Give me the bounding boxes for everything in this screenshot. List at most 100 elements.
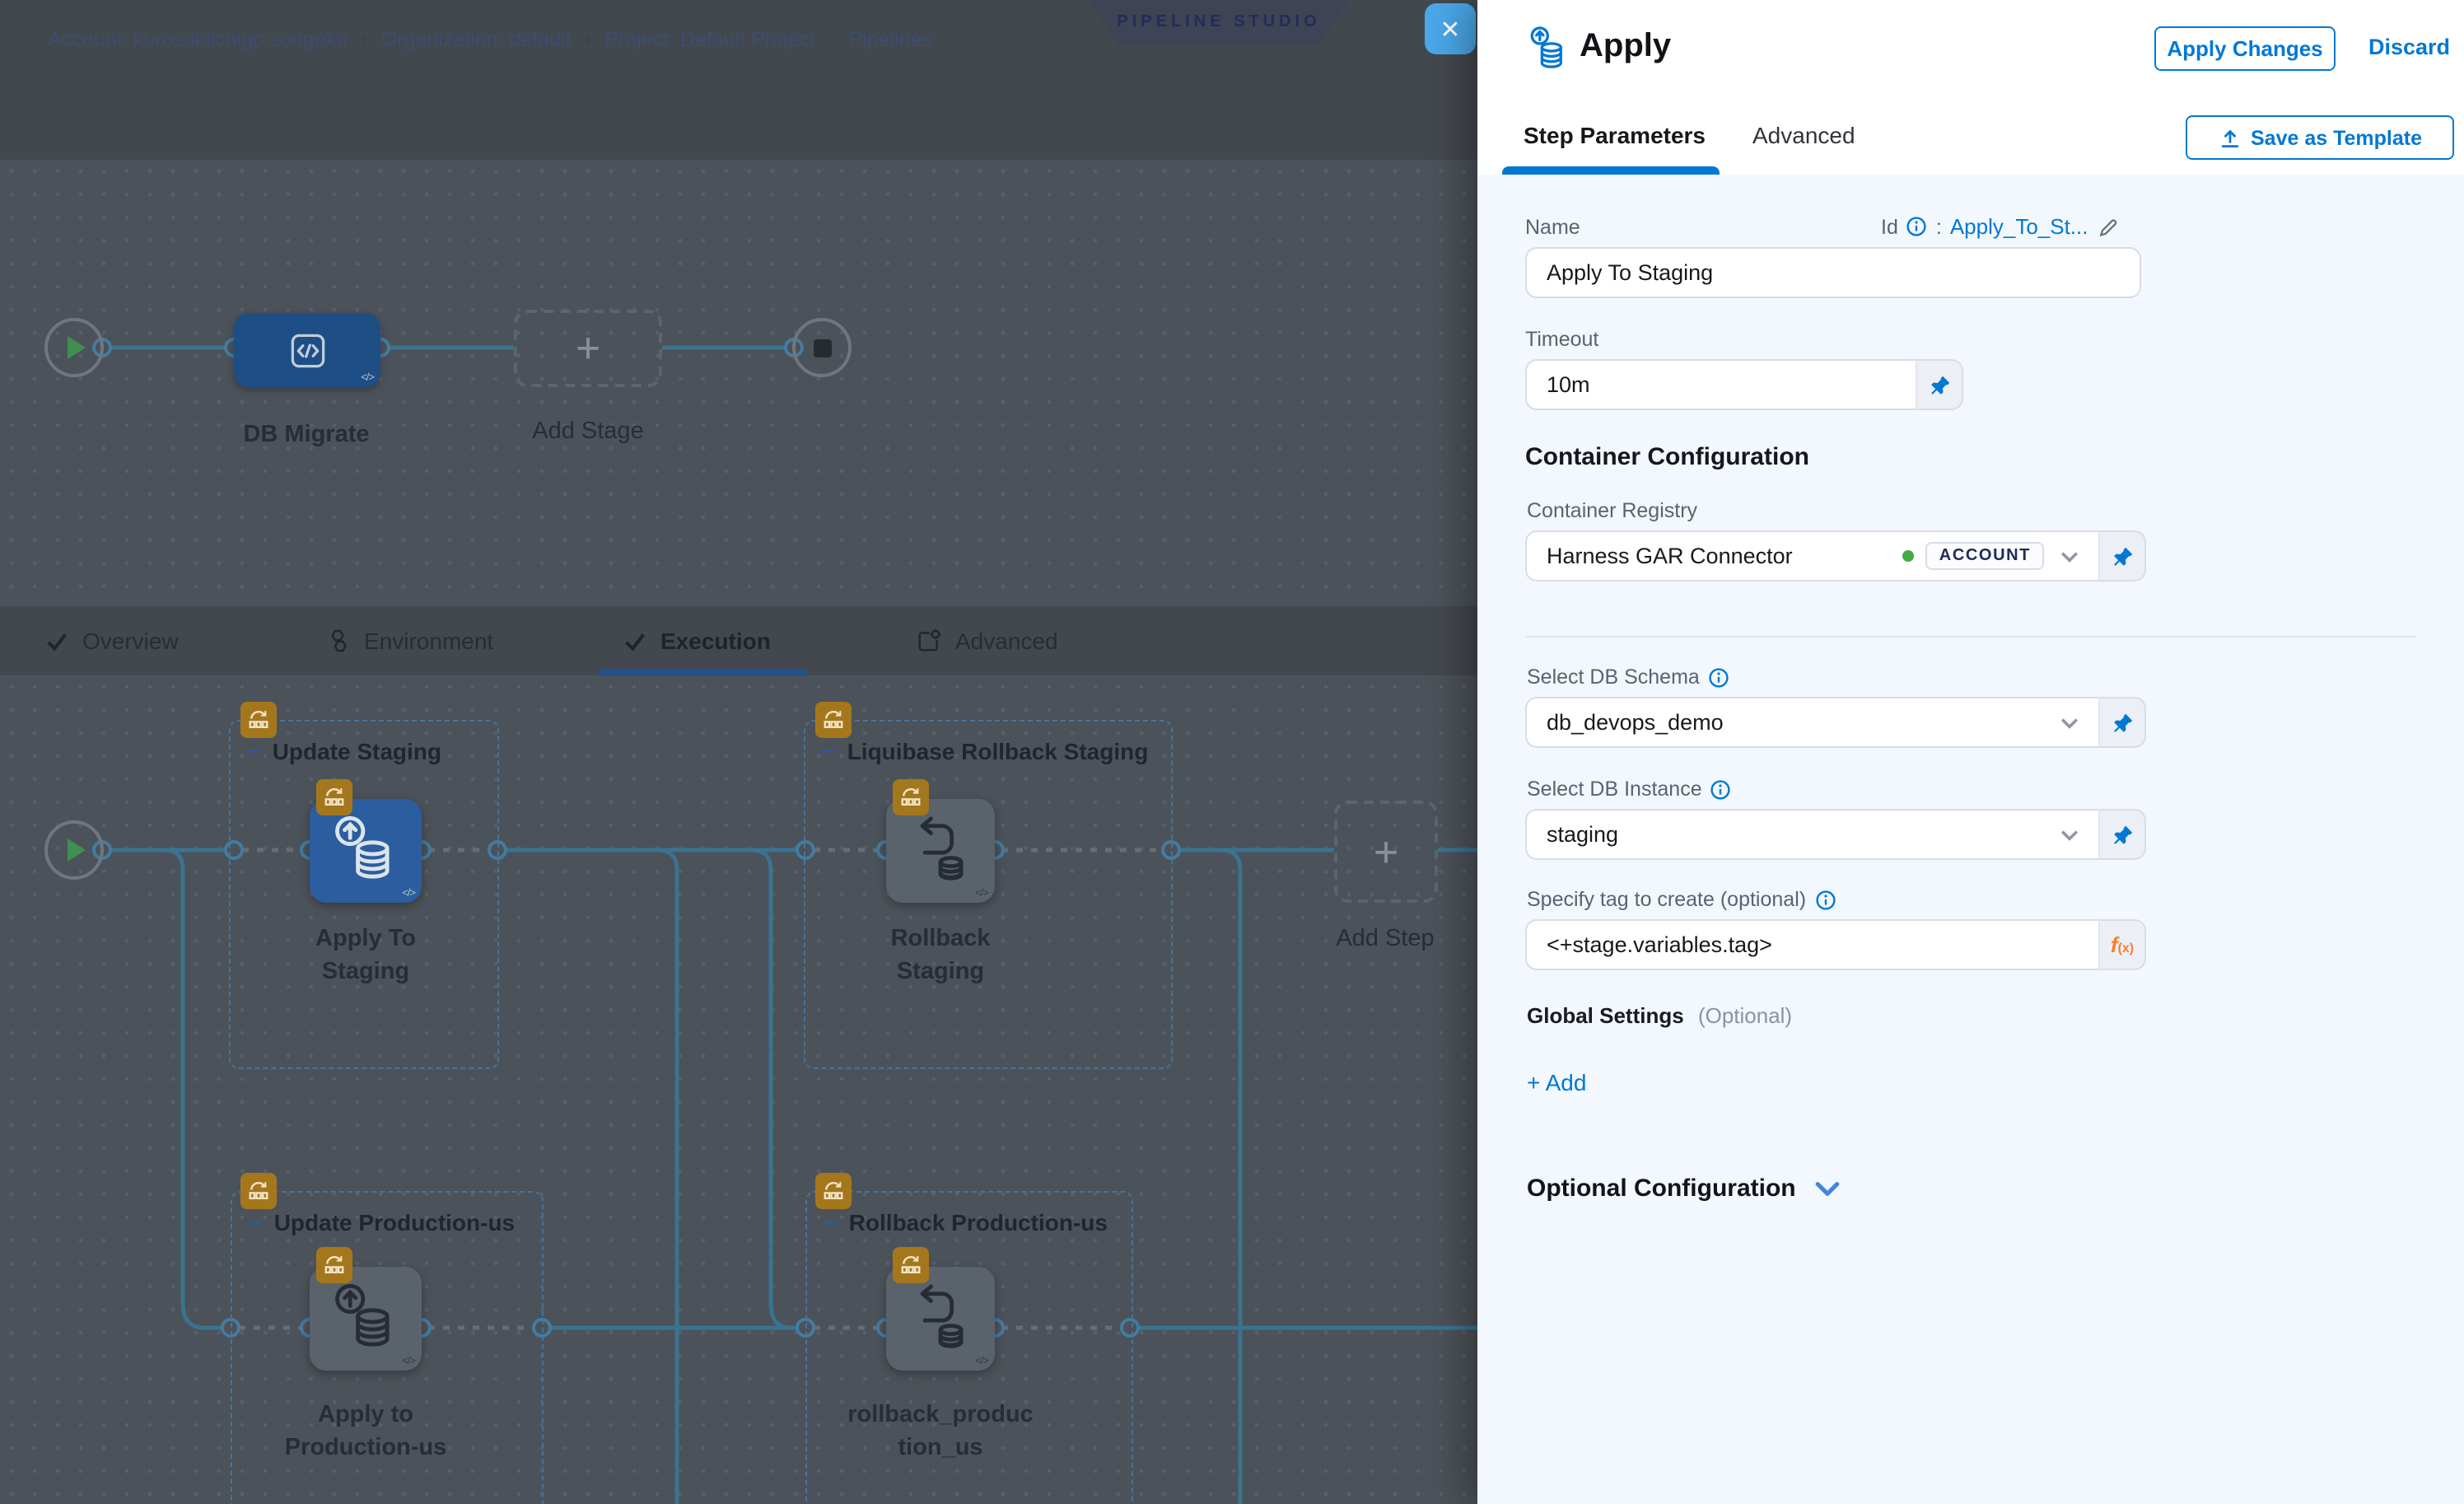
pin-icon — [2111, 544, 2134, 568]
active-tab-underline — [598, 669, 807, 675]
yaml-code-badge: </> — [402, 888, 415, 899]
rollback-step-icon — [903, 812, 978, 888]
apply-changes-label: Apply Changes — [2167, 36, 2322, 61]
tab-execution[interactable]: Execution — [623, 606, 771, 675]
container-registry-label: Container Registry — [1527, 499, 1697, 522]
close-panel-button[interactable]: ✕ — [1425, 3, 1476, 54]
active-tab-underline — [1502, 166, 1720, 175]
pin-icon — [2111, 823, 2134, 846]
chevron-right-icon: › — [547, 624, 556, 657]
stage-node-db-migrate[interactable]: </> — [234, 313, 380, 387]
breadcrumb-pipelines[interactable]: Pipelines — [849, 27, 932, 50]
chevron-down-icon[interactable] — [2060, 828, 2079, 841]
yaml-code-badge: </> — [402, 1356, 415, 1367]
db-instance-runtime-pin-button[interactable] — [2098, 809, 2146, 860]
info-icon[interactable] — [1906, 216, 1928, 237]
step-parameters-form: Name Id : Apply_To_St... Apply To Stagin… — [1477, 175, 2464, 1504]
tab-label: Environment — [364, 628, 493, 654]
timeout-input[interactable]: 10m — [1525, 359, 1916, 410]
group-title: Update Staging — [273, 738, 441, 764]
chevron-down-icon[interactable] — [2060, 716, 2079, 729]
chevron-right-icon: › — [361, 26, 368, 51]
tab-environment[interactable]: Environment — [324, 606, 493, 675]
pin-icon — [1928, 373, 1951, 396]
step-label: Apply toProduction-us — [234, 1399, 497, 1464]
step-id-value[interactable]: Apply_To_St... — [1950, 214, 2088, 239]
collapse-group-icon[interactable]: – — [822, 743, 836, 759]
tab-advanced[interactable]: Advanced — [1752, 122, 1855, 148]
tab-advanced[interactable]: Advanced — [916, 606, 1058, 675]
rolling-deploy-icon — [815, 702, 852, 738]
tag-to-create-input[interactable]: <+stage.variables.tag> — [1525, 919, 2098, 970]
collapse-group-icon[interactable]: – — [247, 743, 261, 759]
group-title: Rollback Production-us — [849, 1209, 1108, 1235]
add-stage-label: Add Stage — [489, 415, 687, 448]
step-label: Apply ToStaging — [267, 922, 464, 988]
edit-id-icon[interactable] — [2097, 215, 2120, 238]
section-divider — [1525, 636, 2416, 638]
tab-label: Advanced — [955, 628, 1058, 654]
add-global-setting-link[interactable]: + Add — [1527, 1069, 1586, 1095]
timeout-label: Timeout — [1525, 328, 1598, 351]
breadcrumb: Account: kurosakiichigo.songoku › Organi… — [48, 26, 932, 51]
db-instance-select[interactable]: staging — [1525, 809, 2098, 860]
panel-tab-bar: Step Parameters Advanced Save as Templat… — [1477, 99, 2464, 175]
optional-config-toggle[interactable]: Optional Configuration — [1527, 1175, 1841, 1203]
step-label: rollback_production_us — [809, 1399, 1072, 1464]
global-settings-optional: (Optional) — [1698, 1003, 1792, 1028]
apply-changes-button[interactable]: Apply Changes — [2154, 26, 2336, 71]
info-icon[interactable] — [1708, 666, 1729, 688]
play-icon — [68, 838, 86, 862]
collapse-group-icon[interactable]: – — [249, 1214, 263, 1231]
save-as-template-button[interactable]: Save as Template — [2186, 115, 2454, 160]
collapse-group-icon[interactable]: – — [824, 1214, 838, 1231]
timeout-runtime-pin-button[interactable] — [1916, 359, 1963, 410]
db-schema-select[interactable]: db_devops_demo — [1525, 697, 2098, 748]
pipeline-canvas-region: Account: kurosakiichigo.songoku › Organi… — [0, 0, 1477, 1504]
save-as-template-label: Save as Template — [2251, 126, 2422, 149]
db-schema-runtime-pin-button[interactable] — [2098, 697, 2146, 748]
scope-badge: ACCOUNT — [1926, 542, 2044, 570]
info-icon[interactable] — [1710, 778, 1732, 800]
tab-overview[interactable]: Overview — [44, 606, 179, 675]
breadcrumb-account[interactable]: Account: kurosakiichigo.songoku — [48, 27, 348, 50]
registry-runtime-pin-button[interactable] — [2098, 530, 2146, 582]
group-title: Liquibase Rollback Staging — [847, 738, 1149, 764]
id-separator: : — [1936, 215, 1942, 238]
name-input[interactable]: Apply To Staging — [1525, 247, 2141, 298]
play-icon — [68, 336, 86, 359]
check-icon — [623, 628, 647, 653]
close-icon: ✕ — [1440, 14, 1460, 44]
tag-to-create-value: <+stage.variables.tag> — [1547, 932, 1772, 957]
pipeline-start-node — [44, 318, 104, 377]
info-icon[interactable] — [1814, 889, 1836, 910]
db-schema-label: Select DB Schema — [1527, 666, 1729, 689]
breadcrumb-project[interactable]: Project: Default Project — [604, 27, 815, 50]
id-row: Id : Apply_To_St... — [1881, 214, 2120, 239]
group-title: Update Production-us — [274, 1209, 515, 1235]
name-value: Apply To Staging — [1547, 260, 1713, 285]
apply-step-icon — [328, 812, 404, 888]
add-step-button[interactable]: + — [1334, 801, 1438, 903]
tab-label: Overview — [82, 628, 179, 654]
global-settings-label: Global Settings — [1527, 1003, 1684, 1028]
rolling-deploy-icon — [815, 1173, 852, 1209]
pipeline-title-bar: Module Demo - Beta-multi-env 1 VISUAL YA… — [0, 79, 1477, 161]
connector-status-dot — [1903, 550, 1915, 562]
container-registry-select[interactable]: Harness GAR Connector ACCOUNT — [1525, 530, 2098, 582]
yaml-code-badge: </> — [975, 1356, 988, 1367]
chevron-right-icon: › — [835, 624, 844, 657]
plus-icon: + — [1374, 826, 1398, 877]
chevron-down-icon[interactable] — [2060, 549, 2079, 563]
discard-button[interactable]: Discard — [2368, 35, 2450, 59]
pipeline-studio-app: Account: kurosakiichigo.songoku › Organi… — [0, 0, 2464, 1504]
expression-fx-button[interactable]: f(x) — [2098, 919, 2146, 970]
breadcrumb-organization[interactable]: Organization: default — [381, 27, 572, 50]
tab-step-parameters[interactable]: Step Parameters — [1524, 122, 1706, 148]
environment-icon — [324, 628, 351, 654]
add-stage-button[interactable]: + — [514, 310, 662, 387]
stage-tab-bar: Overview › Environment › Execution › — [0, 606, 1477, 677]
db-schema-value: db_devops_demo — [1547, 710, 1724, 735]
stop-icon — [813, 339, 831, 357]
name-label: Name — [1525, 216, 1580, 239]
